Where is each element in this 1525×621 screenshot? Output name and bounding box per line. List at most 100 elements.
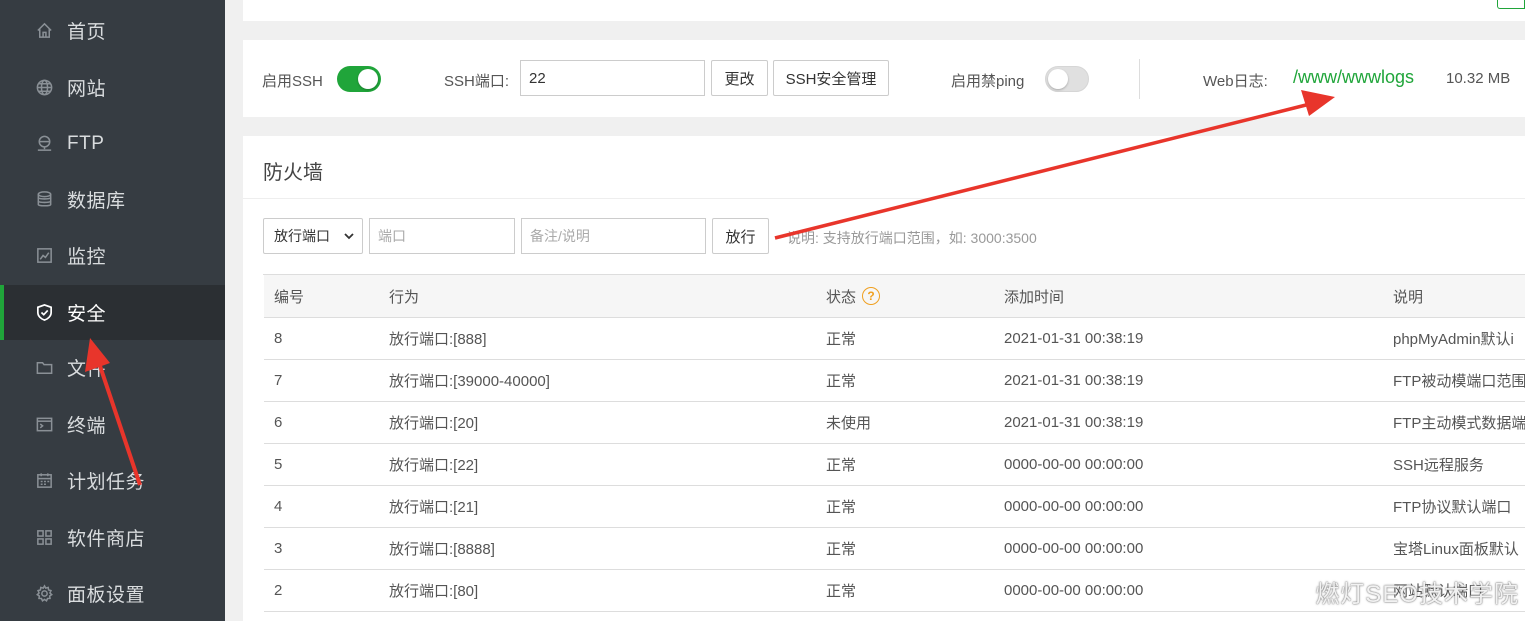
chevron-down-icon xyxy=(344,233,354,240)
row-action: 放行端口:[39000-40000] xyxy=(389,373,550,390)
sidebar-item-label: 面板设置 xyxy=(67,585,146,606)
row-time: 2021-01-31 00:38:19 xyxy=(1004,330,1144,347)
security-settings-bar: 启用SSH SSH端口: 更改 SSH安全管理 启用禁ping Web日志: /… xyxy=(243,40,1525,117)
sidebar-item-files[interactable]: 文件 xyxy=(0,340,225,395)
divider xyxy=(243,198,1525,199)
gear-icon xyxy=(34,584,54,604)
port-input[interactable] xyxy=(369,218,515,254)
row-action: 放行端口:[20] xyxy=(389,415,479,432)
rule-type-select-value: 放行端口 xyxy=(274,228,330,244)
apps-grid-icon xyxy=(34,528,54,548)
watermark: 燃灯SEO技术学院 xyxy=(1315,581,1519,608)
row-note: phpMyAdmin默认i xyxy=(1393,331,1514,348)
table-row: 4 放行端口:[21] 正常 0000-00-00 00:00:00 FTP协议… xyxy=(264,486,1525,528)
home-icon xyxy=(34,21,54,41)
row-action: 放行端口:[80] xyxy=(389,583,479,600)
sidebar-item-label: 文件 xyxy=(67,359,107,380)
sidebar-item-label: 安全 xyxy=(67,304,107,325)
sidebar-item-app-store[interactable]: 软件商店 xyxy=(0,510,225,565)
ssh-port-input[interactable] xyxy=(520,60,705,96)
row-id: 5 xyxy=(274,456,283,473)
sidebar-item-security[interactable]: 安全 xyxy=(0,285,225,340)
globe-icon xyxy=(34,78,54,98)
table-row: 3 放行端口:[8888] 正常 0000-00-00 00:00:00 宝塔L… xyxy=(264,528,1525,570)
row-time: 0000-00-00 00:00:00 xyxy=(1004,582,1144,599)
column-header-status: 状态 ? xyxy=(826,275,881,317)
corner-button[interactable] xyxy=(1497,0,1525,9)
firewall-title: 防火墙 xyxy=(263,162,323,184)
shield-icon xyxy=(34,303,54,323)
row-action: 放行端口:[8888] xyxy=(389,541,495,558)
column-header-time: 添加时间 xyxy=(1004,288,1065,306)
monitor-icon xyxy=(34,246,54,266)
ssh-port-label: SSH端口: xyxy=(444,73,510,90)
row-status[interactable]: 正常 xyxy=(826,486,856,527)
row-note: FTP被动模端口范围 xyxy=(1393,373,1525,390)
row-time: 0000-00-00 00:00:00 xyxy=(1004,540,1144,557)
row-status[interactable]: 正常 xyxy=(826,528,856,569)
sidebar-item-database[interactable]: 数据库 xyxy=(0,172,225,227)
row-id: 6 xyxy=(274,414,283,431)
sidebar-item-label: 首页 xyxy=(67,22,107,43)
row-action: 放行端口:[22] xyxy=(389,457,479,474)
calendar-icon xyxy=(34,471,54,491)
ssh-security-manage-button[interactable]: SSH安全管理 xyxy=(773,60,889,96)
firewall-panel: 防火墙 放行端口 放行 说明: 支持放行端口范围，如: 3000:3500 编号… xyxy=(243,136,1525,621)
sidebar-item-label: 网站 xyxy=(67,79,107,100)
sidebar-item-monitor[interactable]: 监控 xyxy=(0,228,225,283)
ping-disable-label: 启用禁ping xyxy=(951,73,1025,90)
top-card xyxy=(243,0,1525,21)
column-header-note: 说明 xyxy=(1393,288,1424,306)
table-row: 6 放行端口:[20] 未使用 2021-01-31 00:38:19 FTP主… xyxy=(264,402,1525,444)
row-id: 7 xyxy=(274,372,283,389)
change-port-button[interactable]: 更改 xyxy=(711,60,768,96)
row-time: 0000-00-00 00:00:00 xyxy=(1004,456,1144,473)
sidebar-item-label: 数据库 xyxy=(67,191,126,212)
rule-type-select[interactable]: 放行端口 xyxy=(263,218,363,254)
table-row: 8 放行端口:[888] 正常 2021-01-31 00:38:19 phpM… xyxy=(264,318,1525,360)
row-action: 放行端口:[21] xyxy=(389,499,479,516)
sidebar-item-label: 终端 xyxy=(67,416,107,437)
column-header-status-label: 状态 xyxy=(826,288,857,306)
allow-port-button[interactable]: 放行 xyxy=(712,218,769,254)
ftp-icon xyxy=(34,134,54,154)
sidebar-item-cron[interactable]: 计划任务 xyxy=(0,453,225,508)
web-log-label: Web日志: xyxy=(1203,73,1268,90)
row-time: 2021-01-31 00:38:19 xyxy=(1004,414,1144,431)
web-log-path-link[interactable]: /www/wwwlogs xyxy=(1293,67,1414,88)
sidebar-item-websites[interactable]: 网站 xyxy=(0,60,225,115)
row-status[interactable]: 未使用 xyxy=(826,402,871,443)
row-id: 4 xyxy=(274,498,283,515)
ping-toggle[interactable] xyxy=(1045,66,1089,92)
sidebar-item-ftp[interactable]: FTP xyxy=(0,116,225,171)
sidebar-item-label: 软件商店 xyxy=(67,529,146,550)
help-icon[interactable]: ? xyxy=(862,287,881,305)
row-id: 8 xyxy=(274,330,283,347)
row-time: 0000-00-00 00:00:00 xyxy=(1004,498,1144,515)
row-note: FTP协议默认端口 xyxy=(1393,499,1512,516)
sidebar-item-label: FTP xyxy=(67,132,105,154)
row-note: 宝塔Linux面板默认 xyxy=(1393,541,1519,558)
row-status[interactable]: 正常 xyxy=(826,570,856,611)
sidebar: 首页 网站 FTP 数据库 监控 安全 文件 终端 计划任务 软件商店 面板设置 xyxy=(0,0,225,621)
web-log-size: 10.32 MB xyxy=(1446,70,1511,87)
row-status[interactable]: 正常 xyxy=(826,318,856,359)
row-id: 3 xyxy=(274,540,283,557)
sidebar-item-panel-settings[interactable]: 面板设置 xyxy=(0,566,225,621)
divider xyxy=(1139,59,1140,99)
column-header-id: 编号 xyxy=(274,288,305,306)
row-id: 2 xyxy=(274,582,283,599)
column-header-action: 行为 xyxy=(389,288,420,306)
row-status[interactable]: 正常 xyxy=(826,444,856,485)
sidebar-item-terminal[interactable]: 终端 xyxy=(0,397,225,452)
row-status[interactable]: 正常 xyxy=(826,360,856,401)
sidebar-item-home[interactable]: 首页 xyxy=(0,3,225,58)
row-note: SSH远程服务 xyxy=(1393,457,1484,474)
database-icon xyxy=(34,190,54,210)
terminal-icon xyxy=(34,415,54,435)
ssh-toggle[interactable] xyxy=(337,66,381,92)
table-row: 5 放行端口:[22] 正常 0000-00-00 00:00:00 SSH远程… xyxy=(264,444,1525,486)
firewall-hint: 说明: 支持放行端口范围，如: 3000:3500 xyxy=(787,230,1037,246)
sidebar-item-label: 监控 xyxy=(67,247,107,268)
note-input[interactable] xyxy=(521,218,706,254)
